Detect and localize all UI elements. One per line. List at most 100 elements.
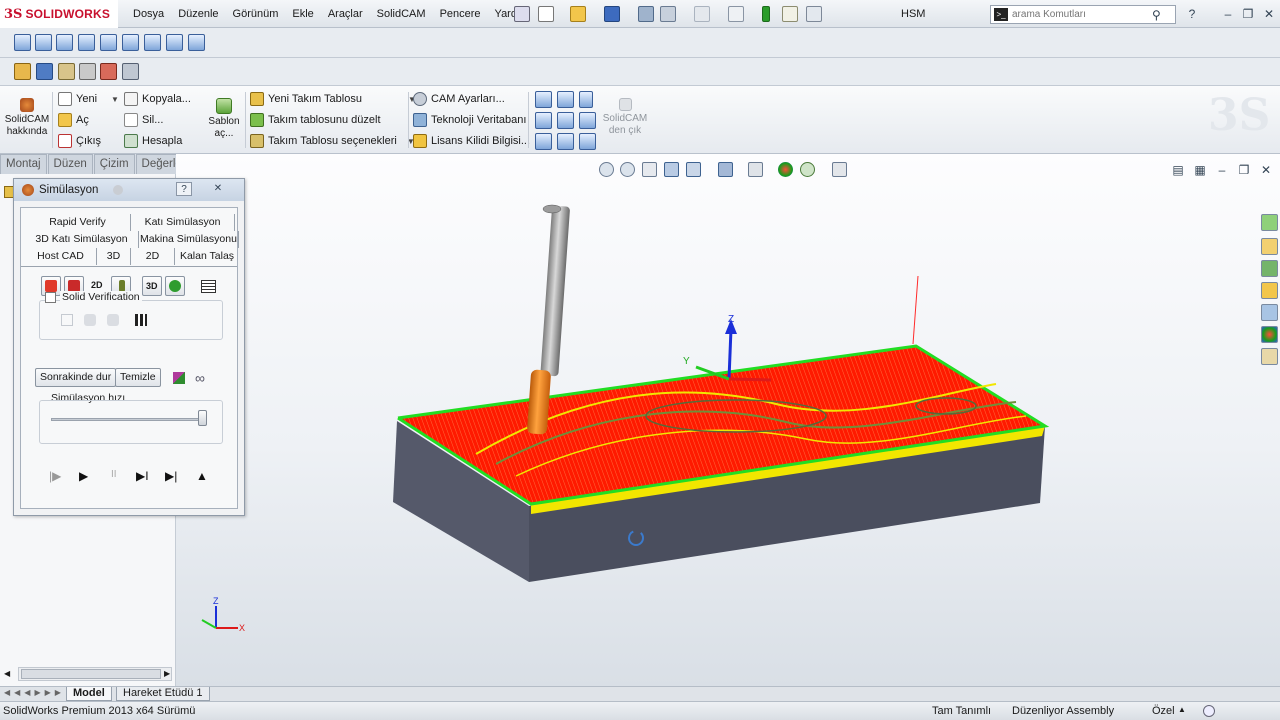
speed-slider-track[interactable] [51, 418, 207, 421]
print-preview-icon[interactable] [660, 6, 676, 22]
menu-file[interactable]: Dosya [126, 0, 171, 28]
new-button[interactable]: Yeni ▼ [58, 90, 119, 108]
calculate-button[interactable]: Hesapla [124, 132, 182, 150]
scene-icon[interactable] [800, 162, 815, 177]
tool-shank[interactable] [540, 205, 570, 377]
tab-motion-study-1[interactable]: Hareket Etüdü 1 [116, 687, 210, 701]
solidcam-about-button[interactable]: SolidCAM hakkında [4, 98, 50, 138]
tab-model[interactable]: Model [66, 687, 112, 701]
view-trimetric-icon[interactable] [166, 34, 183, 51]
hide-show-icon[interactable] [748, 162, 763, 177]
open-button[interactable]: Aç [58, 111, 89, 129]
home-icon[interactable] [1261, 238, 1278, 255]
target-model-icon[interactable] [535, 112, 552, 129]
section-view-icon[interactable] [664, 162, 679, 177]
view-left-icon[interactable] [56, 34, 73, 51]
search-commands-box[interactable]: >_ ⚲ [990, 5, 1176, 24]
solid-verification-checkbox[interactable] [45, 292, 56, 303]
menu-edit[interactable]: Düzenle [171, 0, 225, 28]
license-info-button[interactable]: Lisans Kilidi Bilgisi... [413, 132, 530, 150]
view-dimetric-icon[interactable] [188, 34, 205, 51]
tab-solid-simulation[interactable]: Katı Simülasyon [131, 214, 235, 231]
show-3d-toolpath-button[interactable]: 3D [142, 276, 162, 296]
simulate-icon[interactable] [100, 63, 117, 80]
settings-table-icon[interactable] [201, 280, 216, 293]
appearances-icon[interactable] [1261, 326, 1278, 343]
exit-solidcam-button[interactable]: SolidCAM den çık [600, 98, 650, 137]
scroll-left-arrow-icon[interactable]: ◀ [4, 669, 10, 678]
copy-button[interactable]: Kopyala... [124, 90, 191, 108]
zoom-area-icon[interactable] [620, 162, 635, 177]
technology-database-button[interactable]: Teknoloji Veritabanı [413, 111, 526, 129]
post-processor-icon[interactable] [535, 133, 552, 150]
undo-icon[interactable] [694, 6, 710, 22]
edit-tool-table-button[interactable]: Takım tablosunu düzelt [250, 111, 381, 129]
show-tool-holder-button[interactable] [165, 276, 185, 296]
gcode-icon[interactable] [122, 63, 139, 80]
rebuild-icon[interactable] [762, 6, 770, 22]
exit-button[interactable]: Çıkış [58, 132, 101, 150]
panel-horizontal-scrollbar[interactable] [18, 667, 172, 681]
sv-grid-icon[interactable] [135, 314, 147, 326]
scroll-right-arrow-icon[interactable]: ▶ [164, 669, 170, 678]
viewport-svg[interactable]: Z Y Z X [176, 154, 1280, 686]
verify-icon[interactable] [579, 133, 596, 150]
select-arrow-icon[interactable] [728, 6, 744, 22]
tool-table-icon[interactable] [58, 63, 75, 80]
custom-properties-icon[interactable] [1261, 348, 1278, 365]
color-settings-icon[interactable] [173, 372, 185, 384]
doc-close-button[interactable]: ✕ [1258, 162, 1274, 178]
stock-model-icon[interactable] [579, 91, 593, 108]
open-folder-icon[interactable] [570, 6, 586, 22]
view-palette-icon[interactable] [1261, 304, 1278, 321]
delete-button[interactable]: Sil... [124, 111, 163, 129]
viewport-tile-icon[interactable]: ▤ [1170, 162, 1186, 178]
graphics-area[interactable]: Z Y Z X [176, 154, 1280, 686]
operation-icon[interactable] [79, 63, 96, 80]
tab-3d[interactable]: 3D [97, 248, 131, 265]
view-isometric-icon[interactable] [144, 34, 161, 51]
save-icon[interactable] [604, 6, 620, 22]
menu-window[interactable]: Pencere [433, 0, 488, 28]
view-top-icon[interactable] [100, 34, 117, 51]
coordinate-system-icon[interactable] [557, 91, 574, 108]
view-front-icon[interactable] [14, 34, 31, 51]
tab-montaj[interactable]: Montaj [0, 154, 47, 174]
tab-d-zen[interactable]: Düzen [47, 154, 93, 174]
file-properties-icon[interactable] [782, 6, 798, 22]
new-document-icon[interactable] [538, 6, 554, 22]
pin-icon[interactable] [514, 6, 530, 22]
print-icon[interactable] [638, 6, 654, 22]
show-2d-toolpath-icon[interactable]: 2D [91, 280, 103, 290]
restore-button[interactable]: ❐ [1240, 6, 1256, 22]
status-help-icon[interactable] [1203, 705, 1215, 717]
wrench-icon[interactable] [36, 63, 53, 80]
dialog-close-button[interactable]: ✕ [210, 182, 226, 196]
tab-3d-solid-simulation[interactable]: 3D Katı Simülasyon [25, 231, 139, 248]
tab-nav-arrows-icon[interactable]: ◀◀◀▶▶▶ [4, 688, 65, 697]
solidworks-logo[interactable]: 3S SOLIDWORKS [0, 0, 118, 28]
view-back-icon[interactable] [35, 34, 52, 51]
units-dropdown-icon[interactable]: ▲ [1178, 705, 1186, 714]
run-to-end-button[interactable]: ▶| [165, 469, 177, 483]
design-library-icon[interactable] [1261, 260, 1278, 277]
tab--izim[interactable]: Çizim [93, 154, 135, 174]
cam-settings-button[interactable]: CAM Ayarları... [413, 90, 505, 108]
menu-solidcam[interactable]: SolidCAM [370, 0, 433, 28]
tool-path-icon[interactable] [557, 133, 574, 150]
view-settings-icon[interactable] [832, 162, 847, 177]
scrollbar-thumb[interactable] [21, 669, 161, 679]
status-custom-units[interactable]: Özel [1152, 705, 1175, 717]
help-icon[interactable]: ? [1184, 6, 1200, 22]
menu-view[interactable]: Görünüm [226, 0, 286, 28]
options-icon[interactable] [806, 6, 822, 22]
open-template-button[interactable]: Sablon aç... [204, 98, 244, 140]
play-step-back-button[interactable]: |▶ [49, 469, 61, 483]
menu-tools[interactable]: Araçlar [321, 0, 370, 28]
file-explorer-icon[interactable] [1261, 282, 1278, 299]
geometry-icon[interactable] [557, 112, 574, 129]
doc-minimize-button[interactable]: – [1214, 162, 1230, 178]
search-input[interactable] [1012, 9, 1152, 20]
tab-machine-simulation[interactable]: Makina Simülasyonu [139, 231, 239, 248]
operation-list-icon[interactable] [579, 112, 596, 129]
